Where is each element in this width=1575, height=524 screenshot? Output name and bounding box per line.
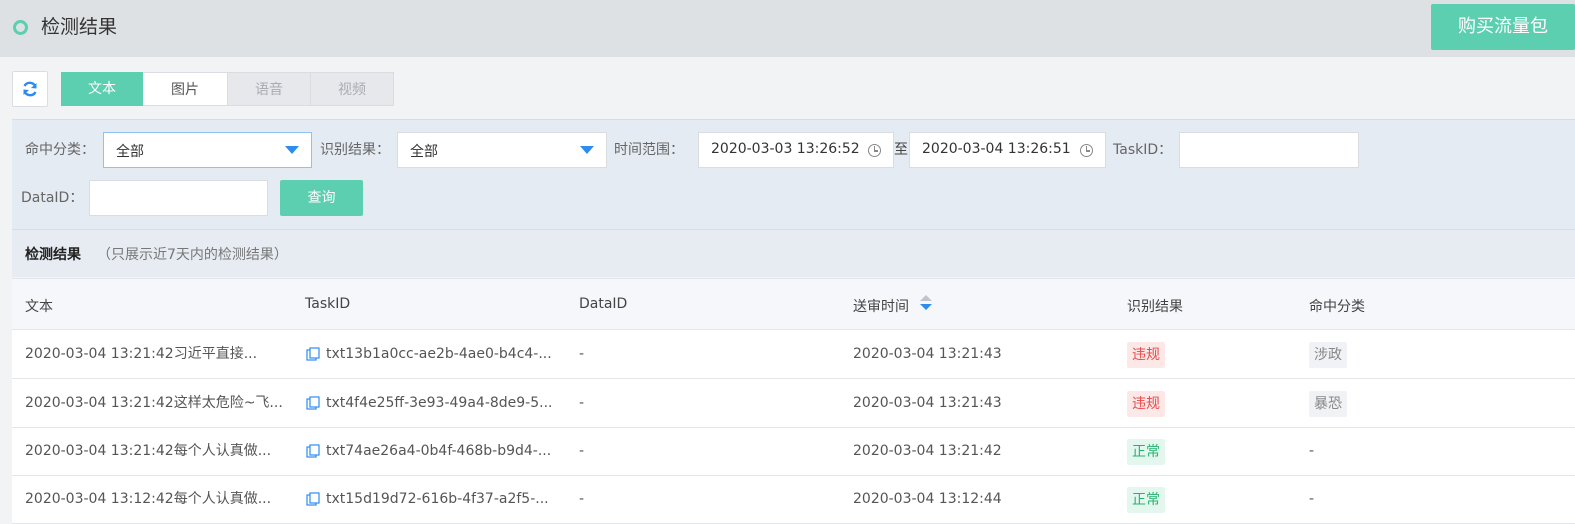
query-button[interactable]: 查询	[280, 180, 363, 216]
column-header-result: 识别结果	[1127, 299, 1183, 315]
data-id-input[interactable]	[89, 180, 268, 216]
hit-category-select[interactable]: 全部	[103, 132, 312, 168]
result-select[interactable]: 全部	[397, 132, 607, 168]
task-id-label: TaskID：	[1113, 142, 1173, 158]
caret-down-icon	[285, 146, 299, 154]
time-range-label: 时间范围：	[614, 142, 684, 158]
result-badge: 正常	[1127, 487, 1165, 513]
cell-task-id: txt15d19d72-616b-4f37-a2f5-...	[326, 491, 549, 507]
results-title: 检测结果	[25, 247, 81, 263]
copy-icon[interactable]	[306, 492, 320, 506]
refresh-icon	[23, 81, 37, 97]
cell-text: 2020-03-04 13:12:42每个人认真做...	[25, 491, 272, 507]
cell-submit-time: 2020-03-04 13:21:42	[853, 443, 1002, 459]
end-time-input[interactable]: 2020-03-04 13:26:51	[909, 132, 1106, 168]
cell-submit-time: 2020-03-04 13:21:43	[853, 346, 1002, 362]
copy-icon[interactable]	[306, 396, 320, 410]
task-id-input[interactable]	[1179, 132, 1359, 168]
result-value: 全部	[410, 144, 438, 160]
start-time-value: 2020-03-03 13:26:52	[711, 141, 860, 157]
page-title: 检测结果	[41, 16, 118, 38]
column-header-submit-time[interactable]: 送审时间	[853, 296, 909, 316]
category-badge: 涉政	[1309, 342, 1347, 368]
cell-text: 2020-03-04 13:21:42这样太危险~飞...	[25, 395, 283, 411]
cell-hit-category: -	[1309, 491, 1315, 507]
cell-data-id: -	[579, 346, 585, 362]
cell-task-id: txt13b1a0cc-ae2b-4ae0-b4c4-...	[326, 346, 552, 362]
end-time-value: 2020-03-04 13:26:51	[922, 141, 1071, 157]
result-label: 识别结果：	[320, 142, 390, 158]
result-badge: 违规	[1127, 391, 1165, 417]
cell-submit-time: 2020-03-04 13:12:44	[853, 491, 1002, 507]
top-header	[0, 0, 1575, 57]
caret-down-icon	[580, 146, 594, 154]
time-range-separator: 至	[894, 142, 908, 158]
cell-hit-category: -	[1309, 443, 1315, 459]
buy-traffic-package-button[interactable]: 购买流量包	[1431, 4, 1575, 50]
column-header-hit-category: 命中分类	[1309, 299, 1365, 315]
category-badge: 暴恐	[1309, 391, 1347, 417]
cell-task-id: txt74ae26a4-0b4f-468b-b9d4-...	[326, 443, 552, 459]
cell-task-id: txt4f4e25ff-3e93-49a4-8de9-5...	[326, 395, 553, 411]
tab-image[interactable]: 图片	[143, 72, 227, 106]
cell-data-id: -	[579, 491, 585, 507]
result-badge: 违规	[1127, 342, 1165, 368]
cell-data-id: -	[579, 395, 585, 411]
clock-icon	[1080, 144, 1093, 157]
result-badge: 正常	[1127, 439, 1165, 465]
tab-text[interactable]: 文本	[61, 72, 143, 106]
column-header-text: 文本	[25, 299, 53, 315]
sort-icon[interactable]	[920, 295, 932, 313]
cell-text: 2020-03-04 13:21:42每个人认真做...	[25, 443, 272, 459]
table-row: 2020-03-04 13:12:42每个人认真做... txt15d19d72…	[12, 476, 1575, 524]
refresh-button[interactable]	[12, 71, 48, 107]
tab-video[interactable]: 视频	[311, 72, 394, 106]
start-time-input[interactable]: 2020-03-03 13:26:52	[698, 132, 894, 168]
column-header-data-id: DataID	[579, 296, 628, 312]
results-note: （只展示近7天内的检测结果）	[97, 247, 288, 263]
table-row: 2020-03-04 13:21:42这样太危险~飞... txt4f4e25f…	[12, 380, 1575, 428]
table-row: 2020-03-04 13:21:42每个人认真做... txt74ae26a4…	[12, 428, 1575, 476]
data-id-label: DataID：	[21, 190, 84, 206]
cell-submit-time: 2020-03-04 13:21:43	[853, 395, 1002, 411]
status-ring-icon	[13, 20, 28, 35]
cell-text: 2020-03-04 13:21:42习近平直接...	[25, 346, 258, 362]
hit-category-label: 命中分类：	[25, 142, 95, 158]
clock-icon	[868, 144, 881, 157]
copy-icon[interactable]	[306, 347, 320, 361]
column-header-task-id: TaskID	[305, 296, 351, 312]
cell-data-id: -	[579, 443, 585, 459]
hit-category-value: 全部	[116, 144, 144, 160]
table-row: 2020-03-04 13:21:42习近平直接... txt13b1a0cc-…	[12, 331, 1575, 379]
copy-icon[interactable]	[306, 444, 320, 458]
tab-audio[interactable]: 语音	[227, 72, 311, 106]
